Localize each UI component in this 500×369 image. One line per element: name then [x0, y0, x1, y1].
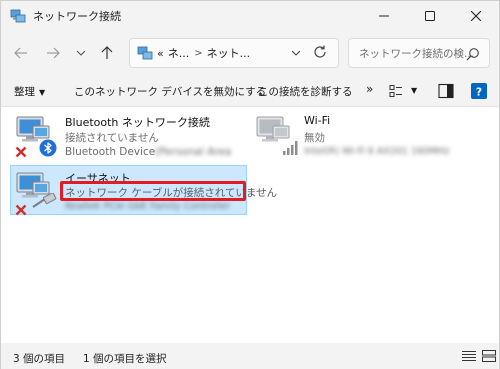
selection-count: 1 個の項目を選択 — [83, 353, 167, 365]
connection-name: Bluetooth ネットワーク接続 — [65, 116, 210, 129]
refresh-button[interactable] — [312, 44, 328, 60]
breadcrumb-segment[interactable]: ネット... — [207, 45, 251, 61]
address-dropdown-button[interactable] — [290, 47, 302, 59]
diagnose-connection-button[interactable]: この接続を診断する — [258, 84, 353, 99]
connection-status: 無効 — [304, 132, 325, 144]
search-placeholder: ネットワーク接続の検... — [359, 47, 475, 60]
address-bar[interactable]: « ネ... > ネット... — [129, 38, 339, 68]
item-count: 3 個の項目 — [13, 353, 66, 365]
wifi-adapter-icon — [253, 113, 299, 159]
list-item-bluetooth[interactable]: Bluetooth ネットワーク接続 接続されていません Bluetooth D… — [1, 107, 241, 165]
tiles-view-button[interactable] — [482, 350, 496, 362]
more-commands-button[interactable]: » — [366, 82, 373, 96]
disable-device-button[interactable]: このネットワーク デバイスを無効にする — [74, 84, 266, 99]
help-button[interactable]: ? — [471, 83, 487, 99]
breadcrumb-segment[interactable]: ネ... — [168, 45, 190, 61]
device-name: Intel(R) Wi-Fi 6 AX201 160MHz — [304, 146, 450, 157]
tiles-view-icon — [482, 350, 496, 362]
up-button[interactable] — [95, 41, 119, 65]
caret-down-icon[interactable]: ▼ — [411, 86, 417, 95]
preview-pane-button[interactable] — [438, 83, 454, 99]
network-connections-icon — [10, 8, 26, 24]
address-row: « ネ... > ネット... ネットワーク接続の検... — [1, 31, 499, 75]
device-name: Bluetooth Device — [65, 146, 156, 158]
window-title: ネットワーク接続 — [33, 10, 121, 23]
caret-down-icon: ▼ — [39, 88, 46, 97]
organize-button[interactable]: 整理 ▼ — [14, 84, 45, 99]
details-view-icon — [462, 351, 476, 361]
network-connections-icon — [137, 45, 153, 61]
chevron-down-icon — [291, 50, 301, 56]
connection-status: 接続されていません — [65, 132, 159, 144]
preview-pane-icon — [438, 83, 454, 99]
list-item-wifi[interactable]: Wi-Fi 無効 Intel(R) Wi-Fi 6 AX201 160MHz — [249, 107, 489, 165]
close-icon — [471, 11, 481, 21]
ethernet-cable-icon — [31, 192, 57, 211]
maximize-button[interactable] — [407, 1, 453, 31]
details-view-button[interactable] — [462, 350, 476, 362]
help-icon: ? — [471, 83, 487, 99]
network-connections-window: ネットワーク接続 « ネ... > ネット... ネットワーク接続の検... 整… — [0, 0, 500, 369]
maximize-icon — [425, 11, 435, 21]
bluetooth-icon — [39, 139, 57, 157]
recent-locations-button[interactable] — [69, 41, 93, 65]
title-bar: ネットワーク接続 — [1, 1, 499, 31]
forward-button[interactable] — [41, 41, 65, 65]
chevron-down-icon — [76, 50, 86, 56]
arrow-left-icon — [14, 47, 27, 59]
refresh-icon — [314, 45, 326, 58]
svg-text:?: ? — [476, 86, 482, 99]
device-name-suffix: (Personal Area — [155, 146, 232, 158]
minimize-icon — [379, 15, 389, 17]
view-options-button[interactable] — [389, 84, 403, 98]
arrow-right-icon — [47, 47, 60, 59]
breadcrumb-separator: > — [194, 47, 203, 59]
arrow-up-icon — [101, 46, 113, 59]
search-input[interactable]: ネットワーク接続の検... — [348, 38, 490, 68]
view-list-icon — [389, 85, 402, 97]
disconnected-x-icon — [15, 143, 27, 158]
organize-label: 整理 — [14, 86, 35, 98]
search-icon — [466, 47, 480, 61]
close-button[interactable] — [453, 1, 499, 31]
address-overflow[interactable]: « — [157, 47, 164, 60]
highlight-box — [60, 181, 246, 201]
device-name: Realtek PCIe GbE Family Controller — [65, 201, 231, 212]
connections-list: Bluetooth ネットワーク接続 接続されていません Bluetooth D… — [1, 107, 499, 343]
command-bar: 整理 ▼ このネットワーク デバイスを無効にする この接続を診断する » ▼ ? — [1, 75, 499, 107]
status-bar: 3 個の項目 1 個の項目を選択 — [1, 343, 499, 369]
back-button[interactable] — [9, 41, 33, 65]
connection-name: Wi-Fi — [304, 114, 331, 127]
minimize-button[interactable] — [361, 1, 407, 31]
disconnected-x-icon — [15, 201, 27, 216]
